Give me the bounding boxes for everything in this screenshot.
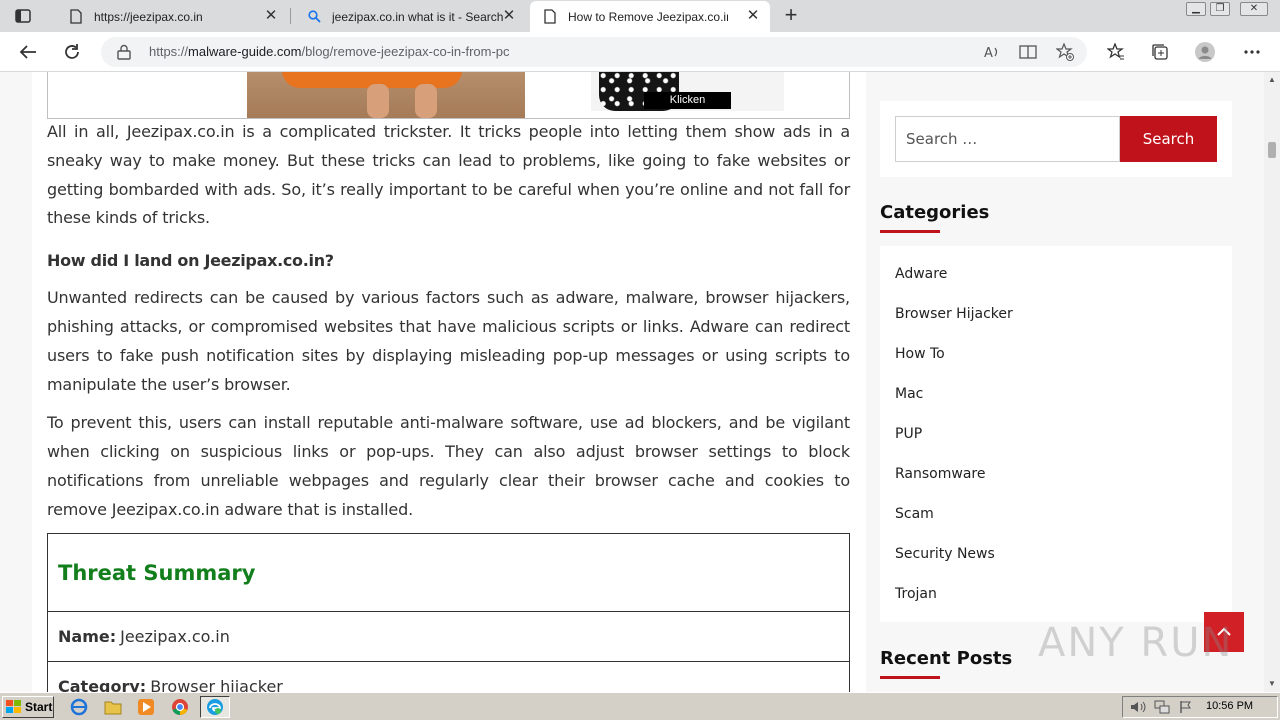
category-link-security-news[interactable]: Security News xyxy=(895,546,995,562)
threat-summary-table: Threat Summary Name: Jeezipax.co.in Cate… xyxy=(47,533,850,692)
threat-category-row: Category: Browser hijacker xyxy=(48,661,849,692)
threat-name-value: Jeezipax.co.in xyxy=(120,627,230,646)
paragraph: All in all, Jeezipax.co.in is a complica… xyxy=(47,122,850,228)
close-icon[interactable]: ✕ xyxy=(746,8,760,23)
new-tab-button[interactable]: + xyxy=(780,4,802,27)
taskbar-edge-button[interactable] xyxy=(200,696,230,718)
refresh-icon xyxy=(65,44,79,59)
tab-strip: https://jeezipax.co.in ✕ jeezipax.co.in … xyxy=(0,0,1280,32)
folder-icon[interactable] xyxy=(104,698,122,716)
recent-posts-underline xyxy=(880,676,940,679)
collections-icon[interactable] xyxy=(1150,42,1170,62)
category-link-trojan[interactable]: Trojan xyxy=(895,586,937,602)
page-icon xyxy=(542,9,558,24)
minimize-button[interactable]: ▁ xyxy=(1186,2,1206,16)
tab-actions-icon xyxy=(15,9,31,23)
start-label: Start xyxy=(25,700,53,714)
ad-banner[interactable]: Klicken xyxy=(47,72,850,119)
paragraph: To prevent this, users can install reput… xyxy=(47,413,850,519)
close-icon[interactable]: ✕ xyxy=(502,8,516,23)
recent-posts-title: Recent Posts xyxy=(880,648,1013,669)
scrollbar-thumb[interactable] xyxy=(1268,142,1276,158)
tab-actions-button[interactable] xyxy=(12,6,34,26)
address-toolbar: https://malware-guide.com/blog/remove-je… xyxy=(0,32,1280,72)
article-column: Klicken All in all, Jeezipax.co.in is a … xyxy=(32,72,866,692)
system-tray xyxy=(1122,696,1278,718)
edge-icon xyxy=(206,698,224,716)
search-widget: Search … Search xyxy=(880,101,1232,177)
windows-logo-icon xyxy=(6,700,21,713)
lock-icon[interactable] xyxy=(117,44,133,60)
scroll-up-arrow-icon[interactable]: ▲ xyxy=(1264,72,1280,88)
threat-category-label: Category: xyxy=(58,677,147,692)
action-center-flag-icon[interactable] xyxy=(1177,698,1195,716)
threat-category-value: Browser hijacker xyxy=(150,677,283,692)
tab-2[interactable]: jeezipax.co.in what is it - Search ✕ xyxy=(294,1,526,32)
network-icon[interactable] xyxy=(1153,698,1171,716)
ie-icon[interactable] xyxy=(70,698,88,716)
watermark-text: ANY RUN xyxy=(1038,620,1234,666)
scroll-down-arrow-icon[interactable]: ▼ xyxy=(1264,676,1280,692)
category-link-how-to[interactable]: How To xyxy=(895,346,945,362)
svg-text:A: A xyxy=(984,46,993,59)
tab-separator xyxy=(290,8,291,24)
page-scrollbar[interactable]: ▲ ▼ xyxy=(1264,72,1280,692)
threat-name-row: Name: Jeezipax.co.in xyxy=(48,611,849,661)
favorites-icon[interactable] xyxy=(1106,42,1126,62)
category-link-scam[interactable]: Scam xyxy=(895,506,934,522)
categories-list: Adware Browser Hijacker How To Mac PUP R… xyxy=(880,246,1232,622)
profile-avatar-icon[interactable] xyxy=(1195,42,1215,62)
section-heading: How did I land on Jeezipax.co.in? xyxy=(47,251,334,271)
category-link-browser-hijacker[interactable]: Browser Hijacker xyxy=(895,306,1013,322)
tab-3-active[interactable]: How to Remove Jeezipax.co.in f ✕ xyxy=(530,1,770,32)
search-icon xyxy=(306,10,322,23)
page-viewport: Klicken All in all, Jeezipax.co.in is a … xyxy=(0,72,1264,692)
url-scheme: https:// xyxy=(149,44,189,59)
restore-button[interactable]: ❐ xyxy=(1210,2,1230,16)
close-window-button[interactable]: ✕ xyxy=(1240,2,1268,16)
category-link-ransomware[interactable]: Ransomware xyxy=(895,466,985,482)
categories-title: Categories xyxy=(880,202,990,223)
volume-icon[interactable] xyxy=(1129,698,1147,716)
add-favorite-icon[interactable] xyxy=(1056,43,1074,61)
tab-2-title: jeezipax.co.in what is it - Search xyxy=(332,9,504,24)
tab-3-title: How to Remove Jeezipax.co.in f xyxy=(568,9,728,24)
paragraph: Unwanted redirects can be caused by vari… xyxy=(47,288,850,394)
threat-name-label: Name: xyxy=(58,627,117,646)
ad-click-button[interactable]: Klicken xyxy=(644,92,731,109)
back-arrow-icon xyxy=(19,45,36,59)
category-link-adware[interactable]: Adware xyxy=(895,266,947,282)
refresh-button[interactable] xyxy=(60,40,84,64)
search-input[interactable]: Search … xyxy=(895,116,1120,162)
threat-summary-header-row: Threat Summary xyxy=(48,534,849,611)
url-host: malware-guide.com xyxy=(188,44,302,59)
address-bar[interactable]: https://malware-guide.com/blog/remove-je… xyxy=(101,37,1087,67)
ad-image-orange-dress[interactable] xyxy=(247,72,525,118)
search-button[interactable]: Search xyxy=(1120,116,1217,162)
close-icon[interactable]: ✕ xyxy=(264,8,278,23)
category-link-pup[interactable]: PUP xyxy=(895,426,922,442)
sidebar: Search … Search Categories Adware Browse… xyxy=(880,72,1232,692)
url-path: /blog/remove-jeezipax-co-in-from-pc xyxy=(301,44,510,59)
chrome-icon[interactable] xyxy=(171,698,189,716)
immersive-reader-icon[interactable] xyxy=(1019,43,1037,61)
anyrun-watermark: ANY RUN xyxy=(1038,612,1234,672)
page-icon xyxy=(68,9,84,24)
more-menu-icon[interactable] xyxy=(1242,42,1262,62)
taskbar-clock: 10:56 PM xyxy=(1206,700,1254,712)
threat-summary-title: Threat Summary xyxy=(58,560,256,585)
tab-1[interactable]: https://jeezipax.co.in ✕ xyxy=(56,1,288,32)
back-button[interactable] xyxy=(16,40,40,64)
url-text[interactable]: https://malware-guide.com/blog/remove-je… xyxy=(149,44,510,59)
categories-underline xyxy=(880,230,940,233)
tab-1-title: https://jeezipax.co.in xyxy=(94,9,203,24)
read-aloud-icon[interactable]: A xyxy=(983,43,1001,61)
start-button[interactable]: Start xyxy=(2,696,54,718)
category-link-mac[interactable]: Mac xyxy=(895,386,923,402)
article-body: All in all, Jeezipax.co.in is a complica… xyxy=(47,118,850,535)
media-player-icon[interactable] xyxy=(137,698,155,716)
taskbar: Start 10:56 PM xyxy=(0,692,1280,720)
